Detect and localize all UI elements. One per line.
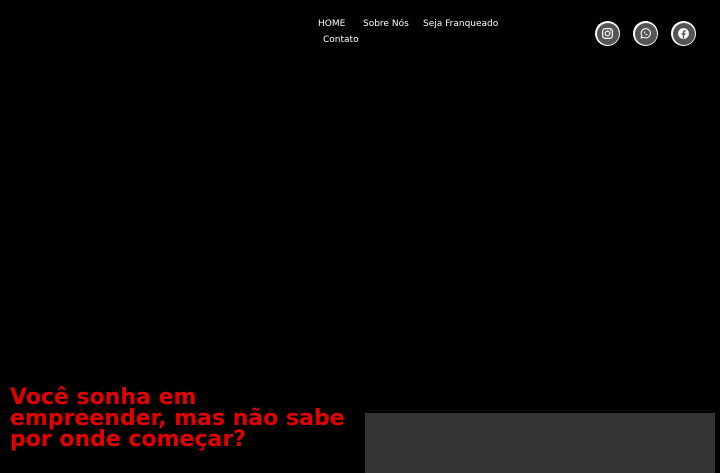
whatsapp-icon [640, 28, 651, 39]
hero-media-panel [365, 413, 715, 473]
nav-home[interactable]: HOME [318, 16, 345, 32]
facebook-icon [678, 28, 689, 39]
nav-contato[interactable]: Contato [323, 32, 359, 48]
hero-headline: Você sonha em empreender, mas não sabe p… [10, 385, 345, 452]
instagram-link[interactable] [595, 21, 620, 46]
whatsapp-link[interactable] [633, 21, 658, 46]
instagram-icon [602, 28, 613, 39]
nav-sobre-nos[interactable]: Sobre Nós [363, 16, 409, 32]
nav-seja-franqueado[interactable]: Seja Franqueado [423, 16, 498, 32]
facebook-link[interactable] [671, 21, 696, 46]
